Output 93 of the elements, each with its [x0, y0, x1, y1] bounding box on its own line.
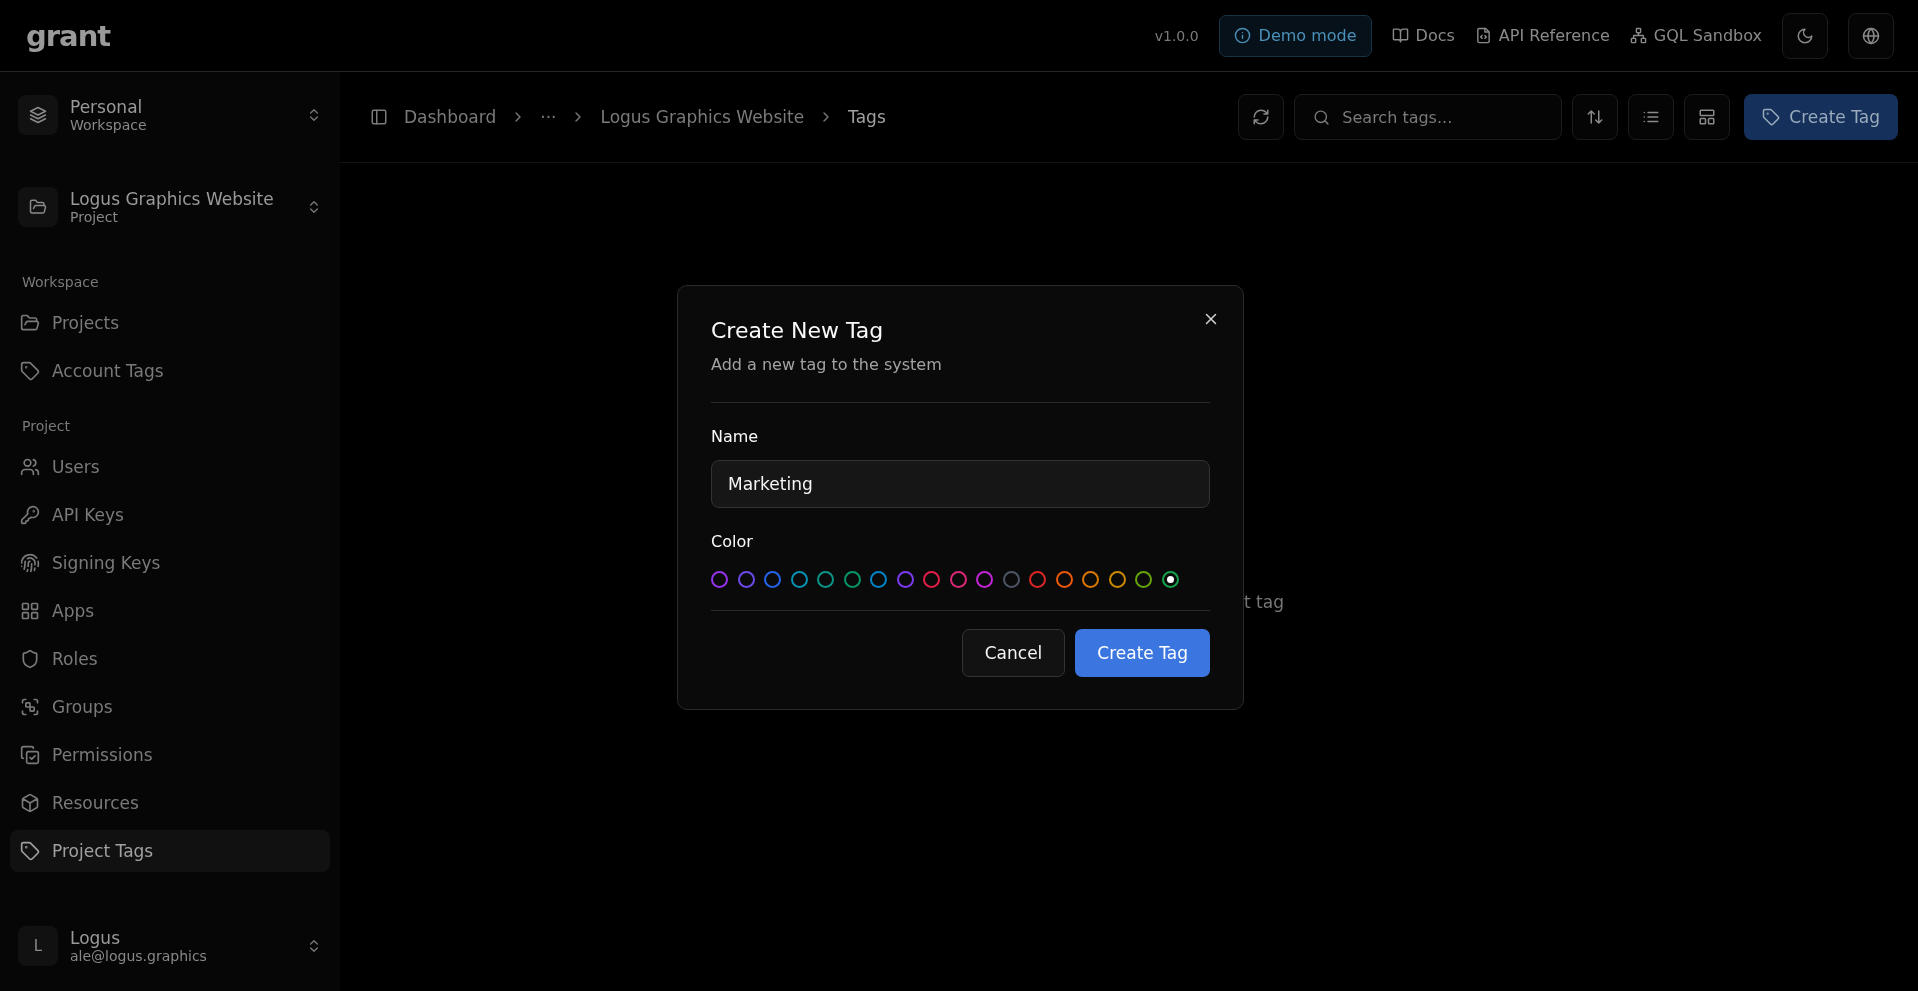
layout-button[interactable]: [1684, 94, 1731, 140]
breadcrumb-link[interactable]: ···: [540, 107, 557, 127]
color-option[interactable]: [1029, 571, 1046, 588]
folder-icon: [29, 198, 47, 216]
file-code-icon: [1474, 27, 1492, 44]
color-option[interactable]: [949, 571, 967, 588]
context-switcher[interactable]: Personal Workspace: [10, 82, 330, 148]
breadcrumb-link[interactable]: Logus Graphics Website: [600, 107, 805, 127]
color-option[interactable]: [711, 571, 728, 588]
info-icon: [1233, 27, 1251, 44]
color-option[interactable]: [790, 571, 808, 588]
cancel-button[interactable]: Cancel: [961, 629, 1066, 677]
section-heading: Project: [21, 417, 71, 436]
sidebar-item[interactable]: API Keys: [10, 494, 330, 536]
grid-icon: [20, 601, 40, 621]
switcher-title: Personal: [70, 97, 144, 117]
color-option[interactable]: [870, 571, 887, 588]
user-email: ale@logus.graphics: [70, 948, 208, 964]
field-label: Color: [711, 532, 754, 551]
search-icon: [1313, 108, 1331, 126]
color-option[interactable]: [1082, 571, 1099, 588]
context-switcher[interactable]: Logus Graphics Website Project: [10, 174, 330, 240]
language-button[interactable]: [1848, 12, 1894, 59]
moon-icon: [1796, 26, 1814, 45]
color-option[interactable]: [1161, 571, 1179, 588]
logo[interactable]: grant: [26, 18, 111, 53]
color-option[interactable]: [896, 571, 914, 588]
copy-check-icon: [20, 745, 40, 765]
sort-icon: [1586, 108, 1605, 126]
users-icon: [20, 457, 40, 477]
sidebar-item[interactable]: Resources: [10, 782, 330, 824]
user-menu[interactable]: L Logus ale@logus.graphics: [10, 913, 330, 979]
sidebar-item[interactable]: Account Tags: [10, 350, 330, 392]
create-tag-button[interactable]: Create Tag: [1744, 94, 1898, 140]
sidebar-item[interactable]: Project Tags: [10, 830, 330, 872]
color-option[interactable]: [976, 571, 993, 588]
switcher-title: Logus Graphics Website: [70, 189, 275, 209]
header-link[interactable]: Docs: [1391, 26, 1455, 45]
list-view-button[interactable]: [1628, 94, 1675, 140]
sidebar-toggle-icon: [370, 108, 388, 126]
sidebar-item[interactable]: Projects: [10, 302, 330, 344]
book-icon: [1391, 27, 1409, 44]
sidebar-item[interactable]: Apps: [10, 590, 330, 632]
header-link[interactable]: API Reference: [1474, 26, 1610, 45]
version-label: v1.0.0: [1154, 27, 1199, 44]
name-input-field[interactable]: Marketing: [711, 460, 1210, 508]
demo-mode-button[interactable]: Demo mode: [1218, 14, 1372, 57]
user-name: Logus: [70, 928, 121, 948]
field-label: Name: [711, 427, 760, 446]
avatar: L: [18, 926, 58, 966]
sidebar-item[interactable]: Permissions: [10, 734, 330, 776]
color-option[interactable]: [1108, 571, 1126, 588]
search-field[interactable]: Search tags...: [1294, 94, 1563, 140]
breadcrumb-link[interactable]: Tags: [848, 107, 886, 127]
box-icon: [20, 793, 40, 813]
color-option[interactable]: [764, 571, 781, 588]
layout-icon: [1698, 108, 1717, 126]
color-option[interactable]: [817, 571, 834, 588]
dialog-title: Create New Tag: [711, 318, 885, 343]
globe-icon: [1862, 26, 1880, 45]
layers-icon: [29, 106, 47, 124]
network-icon: [1629, 27, 1647, 44]
sidebar-item[interactable]: Roles: [10, 638, 330, 680]
breadcrumb-link[interactable]: Dashboard: [404, 107, 497, 127]
sort-button[interactable]: [1572, 94, 1619, 140]
fingerprint-icon: [20, 553, 40, 573]
folder-icon: [20, 313, 40, 333]
switcher-subtitle: Workspace: [70, 117, 148, 133]
color-option[interactable]: [737, 571, 755, 588]
header-link[interactable]: GQL Sandbox: [1629, 26, 1762, 45]
empty-state-text: t tag: [1244, 592, 1284, 612]
color-option[interactable]: [1002, 571, 1020, 588]
dialog-description: Add a new tag to the system: [711, 355, 943, 374]
tag-icon: [20, 841, 40, 861]
refresh-button[interactable]: [1238, 94, 1285, 140]
tag-icon: [1762, 108, 1781, 126]
sidebar-item[interactable]: Groups: [10, 686, 330, 728]
create-tag-button[interactable]: Create Tag: [1075, 629, 1210, 677]
scan-icon: [20, 697, 40, 717]
color-option[interactable]: [1135, 571, 1152, 588]
color-option[interactable]: [843, 571, 861, 588]
color-option[interactable]: [1055, 571, 1073, 588]
refresh-icon: [1252, 108, 1271, 126]
tag-icon: [20, 361, 40, 381]
switcher-subtitle: Project: [70, 209, 119, 225]
search-input[interactable]: Search tags...: [1340, 106, 1545, 128]
section-heading: Workspace: [21, 273, 100, 292]
color-option[interactable]: [923, 571, 940, 588]
theme-toggle-button[interactable]: [1782, 12, 1828, 59]
sidebar-item[interactable]: Signing Keys: [10, 542, 330, 584]
key-icon: [20, 505, 40, 525]
sidebar-item[interactable]: Users: [10, 446, 330, 488]
shield-icon: [20, 649, 40, 669]
